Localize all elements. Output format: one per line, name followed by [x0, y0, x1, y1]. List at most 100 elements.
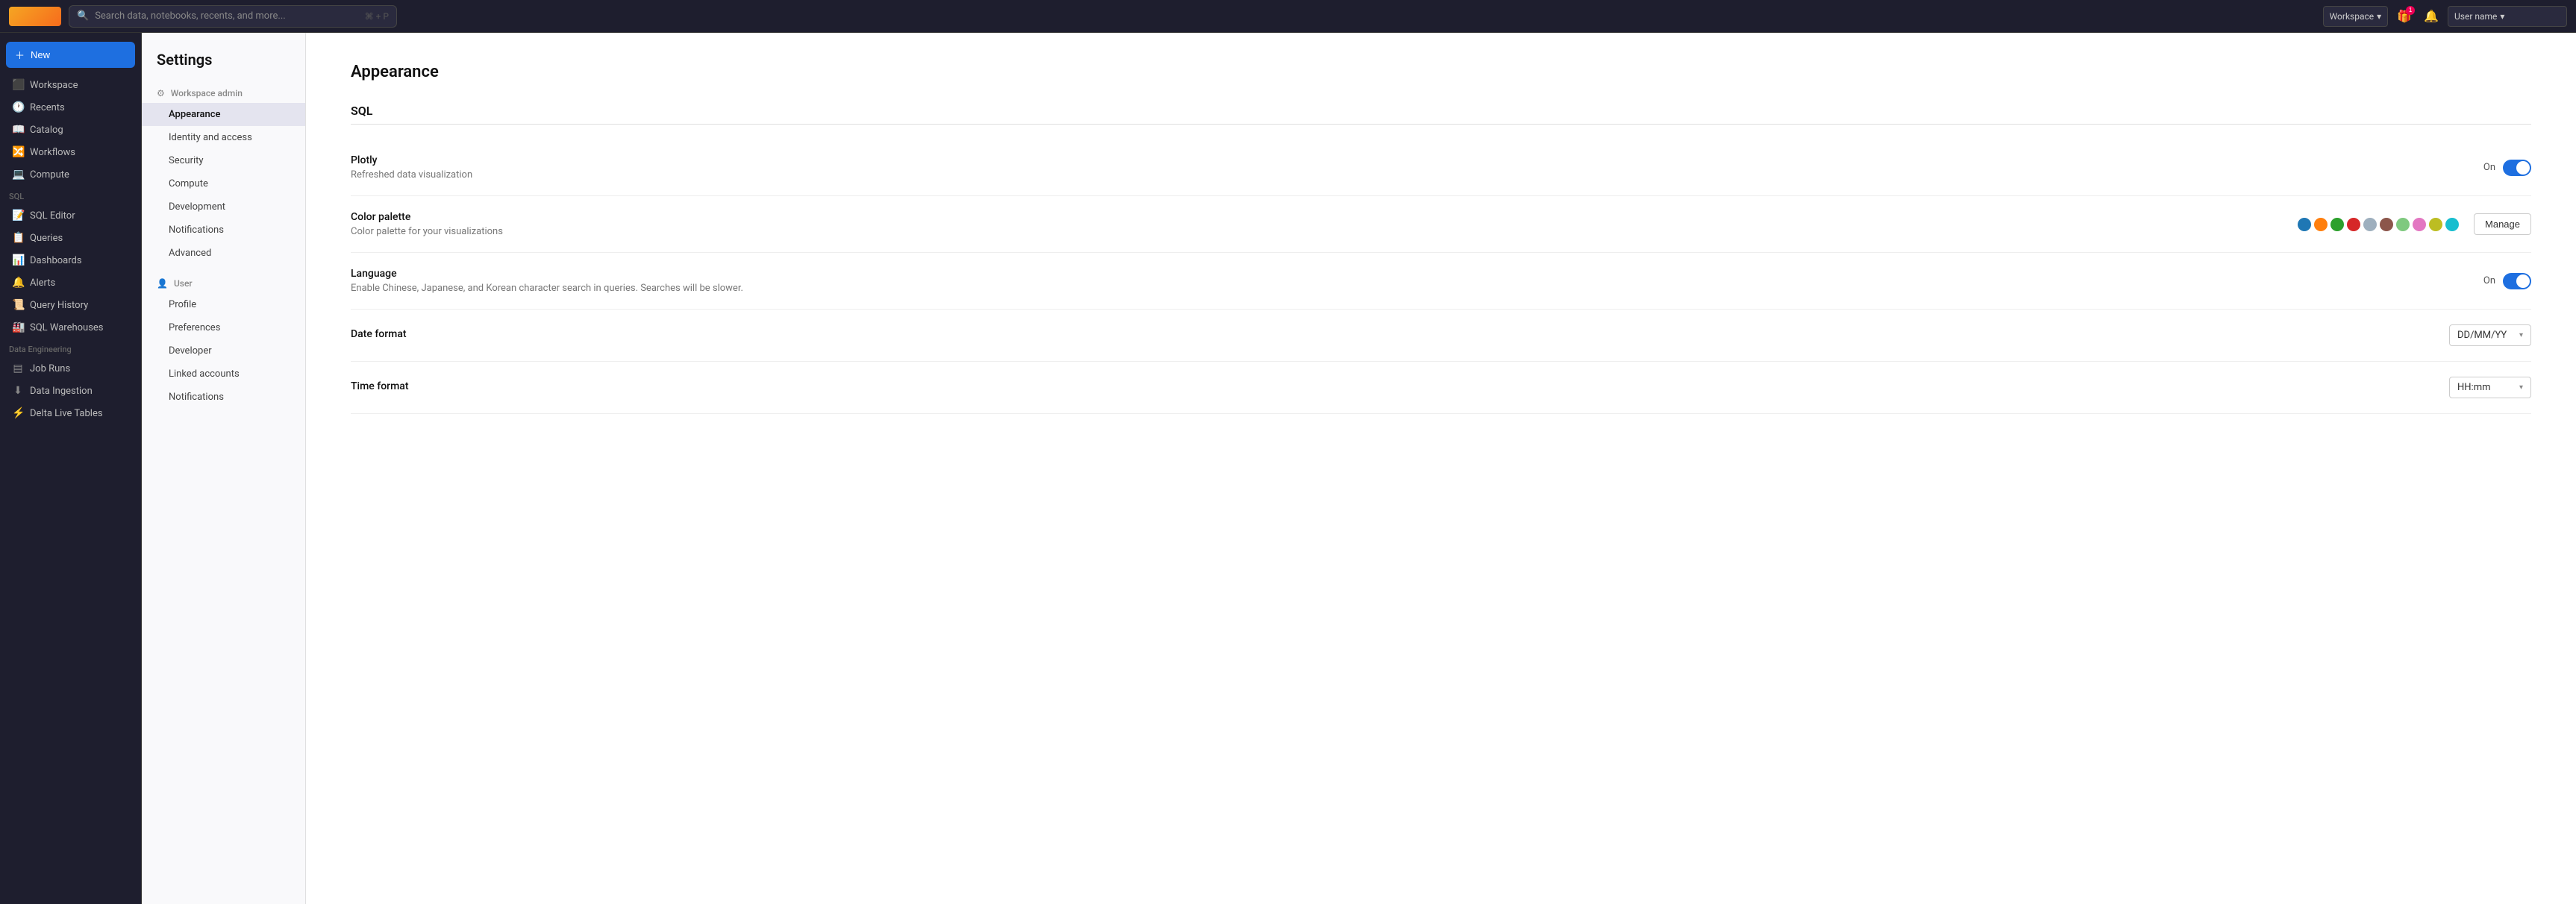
- settings-item-development[interactable]: Development: [142, 195, 305, 219]
- settings-item-profile[interactable]: Profile: [142, 293, 305, 316]
- left-sidebar: ＋ New ⬛ Workspace 🕐 Recents 📖 Catalog 🔀 …: [0, 33, 142, 904]
- color-palette-info: Color palette Color palette for your vis…: [351, 211, 2298, 237]
- user-dropdown[interactable]: User name ▾: [2448, 6, 2567, 27]
- sidebar-item-workspace[interactable]: ⬛ Workspace: [3, 74, 138, 96]
- plotly-setting-row: Plotly Refreshed data visualization On: [351, 139, 2531, 196]
- sidebar-label-recents: Recents: [30, 102, 65, 113]
- sidebar-item-queries[interactable]: 📋 Queries: [3, 227, 138, 249]
- settings-sidebar: Settings ⚙ Workspace admin Appearance Id…: [142, 33, 306, 904]
- sidebar-item-data-ingestion[interactable]: ⬇ Data Ingestion: [3, 380, 138, 402]
- language-setting-row: Language Enable Chinese, Japanese, and K…: [351, 253, 2531, 310]
- query-history-icon: 📜: [12, 299, 24, 311]
- time-format-name: Time format: [351, 380, 2449, 392]
- catalog-icon: 📖: [12, 124, 24, 136]
- time-format-select[interactable]: HH:mm ▾: [2449, 377, 2531, 398]
- color-dot-10: [2445, 218, 2459, 231]
- data-ingestion-icon: ⬇: [12, 385, 24, 397]
- settings-item-appearance[interactable]: Appearance: [142, 103, 305, 126]
- user-label: User: [174, 278, 193, 289]
- settings-item-security[interactable]: Security: [142, 149, 305, 172]
- plus-icon: ＋: [15, 48, 25, 62]
- search-shortcut: ⌘ + P: [365, 11, 389, 22]
- time-format-control: HH:mm ▾: [2449, 377, 2531, 398]
- plotly-name: Plotly: [351, 154, 2483, 166]
- date-format-name: Date format: [351, 328, 2449, 340]
- sidebar-item-workflows[interactable]: 🔀 Workflows: [3, 141, 138, 163]
- queries-icon: 📋: [12, 232, 24, 244]
- new-button[interactable]: ＋ New: [6, 42, 135, 68]
- settings-item-notifications[interactable]: Notifications: [142, 219, 305, 242]
- color-dot-1: [2298, 218, 2311, 231]
- sidebar-item-sql-warehouses[interactable]: 🏭 SQL Warehouses: [3, 316, 138, 339]
- sql-warehouses-icon: 🏭: [12, 321, 24, 333]
- date-format-setting-row: Date format DD/MM/YY ▾: [351, 310, 2531, 362]
- time-format-setting-row: Time format HH:mm ▾: [351, 362, 2531, 414]
- sidebar-label-data-ingestion: Data Ingestion: [30, 386, 93, 397]
- main-content: Appearance SQL Plotly Refreshed data vis…: [306, 33, 2576, 904]
- gift-button[interactable]: 🎁 1: [2394, 6, 2415, 27]
- search-bar[interactable]: 🔍 Search data, notebooks, recents, and m…: [69, 5, 397, 28]
- sidebar-item-catalog[interactable]: 📖 Catalog: [3, 119, 138, 141]
- sidebar-item-recents[interactable]: 🕐 Recents: [3, 96, 138, 119]
- search-placeholder: Search data, notebooks, recents, and mor…: [95, 10, 358, 22]
- manage-button[interactable]: Manage: [2474, 213, 2531, 235]
- sidebar-item-dashboards[interactable]: 📊 Dashboards: [3, 249, 138, 271]
- settings-item-identity-access[interactable]: Identity and access: [142, 126, 305, 149]
- time-format-info: Time format: [351, 380, 2449, 395]
- sql-editor-icon: 📝: [12, 210, 24, 222]
- workspace-dropdown[interactable]: Workspace ▾: [2323, 6, 2389, 27]
- color-palette-swatches: [2298, 218, 2459, 231]
- plotly-desc: Refreshed data visualization: [351, 169, 2483, 181]
- settings-item-developer[interactable]: Developer: [142, 339, 305, 362]
- workspace-admin-header: ⚙ Workspace admin: [142, 84, 305, 103]
- compute-label: Compute: [169, 178, 208, 189]
- color-dot-7: [2396, 218, 2410, 231]
- chevron-down-icon: ▾: [2377, 11, 2381, 22]
- settings-item-compute[interactable]: Compute: [142, 172, 305, 195]
- settings-item-preferences[interactable]: Preferences: [142, 316, 305, 339]
- sidebar-label-compute: Compute: [30, 169, 69, 181]
- language-desc: Enable Chinese, Japanese, and Korean cha…: [351, 283, 2483, 294]
- sidebar-label-queries: Queries: [30, 233, 63, 244]
- settings-item-advanced[interactable]: Advanced: [142, 242, 305, 265]
- dashboards-icon: 📊: [12, 254, 24, 266]
- color-dot-2: [2314, 218, 2328, 231]
- sidebar-item-delta-live-tables[interactable]: ⚡ Delta Live Tables: [3, 402, 138, 424]
- plotly-control: On: [2483, 160, 2531, 176]
- sidebar-label-workflows: Workflows: [30, 147, 75, 158]
- sidebar-item-job-runs[interactable]: ▤ Job Runs: [3, 357, 138, 380]
- color-palette-name: Color palette: [351, 211, 2298, 223]
- user-header: 👤 User: [142, 274, 305, 293]
- workspace-admin-icon: ⚙: [157, 88, 165, 98]
- color-dot-6: [2380, 218, 2393, 231]
- color-palette-setting-row: Color palette Color palette for your vis…: [351, 196, 2531, 253]
- color-dot-5: [2363, 218, 2377, 231]
- sidebar-item-compute[interactable]: 💻 Compute: [3, 163, 138, 186]
- time-format-chevron-icon: ▾: [2519, 383, 2523, 392]
- user-chevron-icon: ▾: [2500, 11, 2504, 22]
- new-button-label: New: [31, 49, 50, 60]
- sidebar-item-query-history[interactable]: 📜 Query History: [3, 294, 138, 316]
- language-control: On: [2483, 273, 2531, 289]
- sidebar-item-sql-editor[interactable]: 📝 SQL Editor: [3, 204, 138, 227]
- color-palette-control: Manage: [2298, 213, 2531, 235]
- sql-section-heading: SQL: [351, 104, 2531, 125]
- notifications-button[interactable]: 🔔: [2421, 6, 2442, 27]
- color-dot-4: [2347, 218, 2360, 231]
- color-dot-8: [2413, 218, 2426, 231]
- plotly-toggle[interactable]: [2503, 160, 2531, 176]
- sidebar-label-workspace: Workspace: [30, 80, 78, 91]
- settings-item-user-notifications[interactable]: Notifications: [142, 386, 305, 409]
- sidebar-item-alerts[interactable]: 🔔 Alerts: [3, 271, 138, 294]
- development-label: Development: [169, 201, 225, 213]
- language-toggle[interactable]: [2503, 273, 2531, 289]
- main-layout: ＋ New ⬛ Workspace 🕐 Recents 📖 Catalog 🔀 …: [0, 33, 2576, 904]
- date-format-chevron-icon: ▾: [2519, 331, 2523, 339]
- settings-item-linked-accounts[interactable]: Linked accounts: [142, 362, 305, 386]
- sidebar-label-query-history: Query History: [30, 300, 88, 311]
- date-format-select[interactable]: DD/MM/YY ▾: [2449, 324, 2531, 346]
- preferences-label: Preferences: [169, 322, 220, 333]
- notifications-label: Notifications: [169, 225, 224, 236]
- sidebar-label-sql-warehouses: SQL Warehouses: [30, 322, 104, 333]
- sidebar-label-catalog: Catalog: [30, 125, 63, 136]
